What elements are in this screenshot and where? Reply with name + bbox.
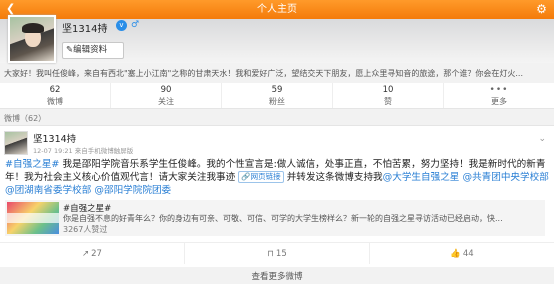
- repost-count: 27: [91, 249, 102, 259]
- web-link-label: 网页链接: [250, 172, 281, 181]
- topic-card-likes: 3267人赞过: [63, 225, 108, 234]
- post-username[interactable]: 坚1314持: [33, 131, 76, 145]
- stat-followers-count: 59: [271, 85, 283, 95]
- profile-username: 坚1314持: [62, 24, 108, 35]
- like-count: 44: [462, 249, 474, 259]
- stat-following[interactable]: 90 关注: [111, 83, 222, 108]
- stat-followers-label: 粉丝: [269, 97, 285, 106]
- stat-weibo-label: 微博: [47, 97, 63, 106]
- mention-link-2[interactable]: @共青团中央学校部: [462, 172, 548, 183]
- stat-following-count: 90: [160, 85, 172, 95]
- profile-bio: 大家好！我叫任俊峰，来自有西北"塞上小江南"之称的甘肃天水！我和爱好广泛，望结交…: [4, 69, 523, 78]
- stat-weibo-count: 62: [49, 85, 61, 95]
- more-dots-icon: •••: [489, 85, 509, 95]
- weibo-post-card: 坚1314持 12-07 19:21 来自手机微博触屏版 ⌄ #自强之星# 我是…: [0, 125, 554, 267]
- post-action-bar: ↗ 27 ⊓ 15 👍 44: [0, 242, 554, 264]
- stat-more[interactable]: ••• 更多: [444, 83, 554, 108]
- stat-weibo[interactable]: 62 微博: [0, 83, 111, 108]
- view-more-posts-link[interactable]: 查看更多微博: [0, 270, 554, 282]
- post-avatar[interactable]: [4, 131, 28, 155]
- post-text: #自强之星# 我是邵阳学院音乐系学生任俊峰。我的个性宣言是:做人诚信，处事正直，…: [5, 158, 550, 197]
- stat-following-label: 关注: [158, 97, 174, 106]
- comment-count: 15: [275, 249, 287, 259]
- gender-male-icon: ♂: [131, 20, 140, 30]
- link-icon: 🔗: [241, 172, 251, 181]
- chevron-down-icon[interactable]: ⌄: [538, 134, 546, 144]
- gear-icon[interactable]: ⚙: [535, 3, 548, 16]
- verified-badge-icon: v: [116, 20, 127, 31]
- post-timestamp: 12-07 19:21 来自手机微博触屏版: [33, 147, 134, 155]
- stat-more-label: 更多: [491, 97, 507, 106]
- like-button[interactable]: 👍 44: [370, 243, 554, 264]
- avatar[interactable]: [8, 15, 56, 63]
- page-title: 个人主页: [257, 4, 297, 15]
- thumbs-up-icon: 👍: [450, 249, 461, 259]
- topic-thumbnail: [7, 202, 59, 234]
- post-body-2: 并转发这条微博支持我: [283, 172, 383, 183]
- stats-bar: 62 微博 90 关注 59 粉丝 10 赞 ••• 更多: [0, 83, 554, 109]
- stat-likes[interactable]: 10 赞: [333, 83, 444, 108]
- repost-icon: ↗: [82, 249, 90, 259]
- comment-button[interactable]: ⊓ 15: [185, 243, 370, 264]
- topic-card[interactable]: #自强之星# 你是自强不息的好青年么？你的身边有可亲、可敬、可信、可学的大学生榜…: [5, 200, 545, 236]
- avatar-hair: [22, 23, 44, 33]
- edit-profile-label: 编辑资料: [73, 45, 108, 55]
- comment-icon: ⊓: [267, 249, 274, 259]
- repost-button[interactable]: ↗ 27: [0, 243, 185, 264]
- mention-link-1[interactable]: @大学生自强之星: [383, 172, 460, 183]
- weibo-section-label: 微博（62）: [4, 114, 47, 123]
- web-link-pill[interactable]: 🔗网页链接: [238, 171, 284, 183]
- stat-followers[interactable]: 59 粉丝: [222, 83, 333, 108]
- stat-likes-count: 10: [382, 85, 394, 95]
- topic-link[interactable]: #自强之星#: [5, 159, 59, 170]
- mention-link-3[interactable]: @团湖南省委学校部: [5, 185, 91, 196]
- edit-profile-button[interactable]: ✎编辑资料: [62, 42, 124, 59]
- mention-link-4[interactable]: @邵阳学院院团委: [94, 185, 171, 196]
- stat-likes-label: 赞: [384, 97, 392, 106]
- topic-card-desc: 你是自强不息的好青年么？你的身边有可亲、可敬、可信、可学的大学生榜样么？新一轮的…: [63, 214, 503, 223]
- top-nav-bar: ❮ 个人主页 ⚙: [0, 0, 554, 19]
